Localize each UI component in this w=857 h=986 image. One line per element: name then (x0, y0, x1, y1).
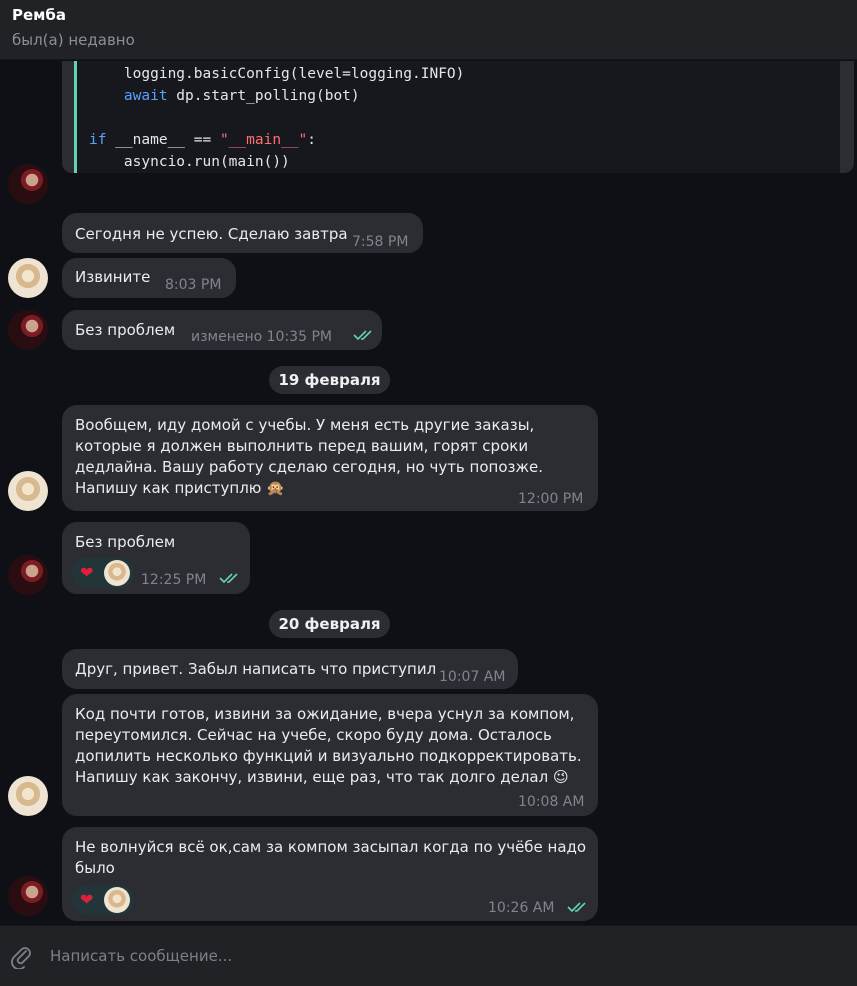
avatar-self[interactable] (8, 310, 48, 350)
message-text: Без проблем (75, 321, 176, 339)
reactions[interactable]: ❤ (72, 885, 134, 915)
read-checkmarks-icon (567, 902, 586, 913)
message-text: Извините (75, 268, 151, 286)
avatar-self[interactable] (8, 876, 48, 916)
message-bubble[interactable]: Вообщем, иду домой с учебы. У меня есть … (62, 405, 598, 511)
message-text: Код почти готов, извини за ожидание, вче… (75, 705, 582, 786)
avatar-contact[interactable] (8, 776, 48, 816)
read-checkmarks-icon (353, 330, 372, 341)
message-bubble[interactable]: Сегодня не успею. Сделаю завтра 7:58 PM (62, 213, 423, 253)
message-time: 10:07 AM (439, 669, 506, 685)
date-separator: 19 февраля (269, 366, 390, 394)
message-bubble[interactable]: Без проблем ❤ 12:25 PM (62, 522, 250, 594)
read-checkmarks-icon (219, 573, 238, 584)
message-text: Без проблем (75, 533, 176, 551)
chat-header[interactable]: Ремба был(а) недавно (0, 0, 857, 60)
message-time: 12:25 PM (141, 572, 207, 588)
message-bubble[interactable]: Без проблем изменено 10:35 PM (62, 310, 382, 350)
avatar-self[interactable] (8, 555, 48, 595)
avatar-contact[interactable] (8, 258, 48, 298)
message-text: Сегодня не успею. Сделаю завтра (75, 225, 348, 243)
code-message[interactable]: logging.basicConfig(level=logging.INFO) … (62, 61, 854, 173)
reactions[interactable]: ❤ (72, 558, 134, 588)
avatar-contact[interactable] (8, 471, 48, 511)
message-text: Друг, привет. Забыл написать что приступ… (75, 660, 437, 678)
message-bubble[interactable]: Не волнуйся всё ок,сам за компом засыпал… (62, 827, 598, 921)
contact-status: был(а) недавно (12, 31, 135, 49)
code-text: logging.basicConfig(level=logging.INFO) … (89, 66, 465, 170)
message-input[interactable] (50, 942, 830, 970)
message-time: 10:26 AM (488, 900, 555, 916)
message-text: Не волнуйся всё ок,сам за компом засыпал… (75, 838, 587, 877)
attach-icon[interactable] (8, 943, 34, 969)
message-bubble[interactable]: Извините 8:03 PM (62, 258, 236, 298)
heart-icon: ❤ (80, 563, 94, 582)
message-bubble[interactable]: Код почти готов, извини за ожидание, вче… (62, 694, 598, 816)
message-text: Вообщем, иду домой с учебы. У меня есть … (75, 416, 543, 497)
message-time: 8:03 PM (165, 277, 222, 293)
message-time: 7:58 PM (352, 234, 409, 250)
message-time: изменено 10:35 PM (191, 329, 332, 345)
avatar-self[interactable] (8, 164, 48, 204)
heart-icon: ❤ (80, 890, 94, 909)
composer[interactable] (0, 925, 857, 986)
message-list[interactable]: logging.basicConfig(level=logging.INFO) … (0, 61, 857, 925)
contact-name[interactable]: Ремба (12, 6, 66, 24)
reactor-avatar (104, 560, 130, 586)
message-time: 12:00 PM (518, 491, 584, 507)
date-separator: 20 февраля (269, 610, 390, 638)
code-block: logging.basicConfig(level=logging.INFO) … (74, 61, 840, 173)
message-bubble[interactable]: Друг, привет. Забыл написать что приступ… (62, 649, 518, 689)
message-time: 10:08 AM (518, 794, 585, 810)
reactor-avatar (104, 887, 130, 913)
